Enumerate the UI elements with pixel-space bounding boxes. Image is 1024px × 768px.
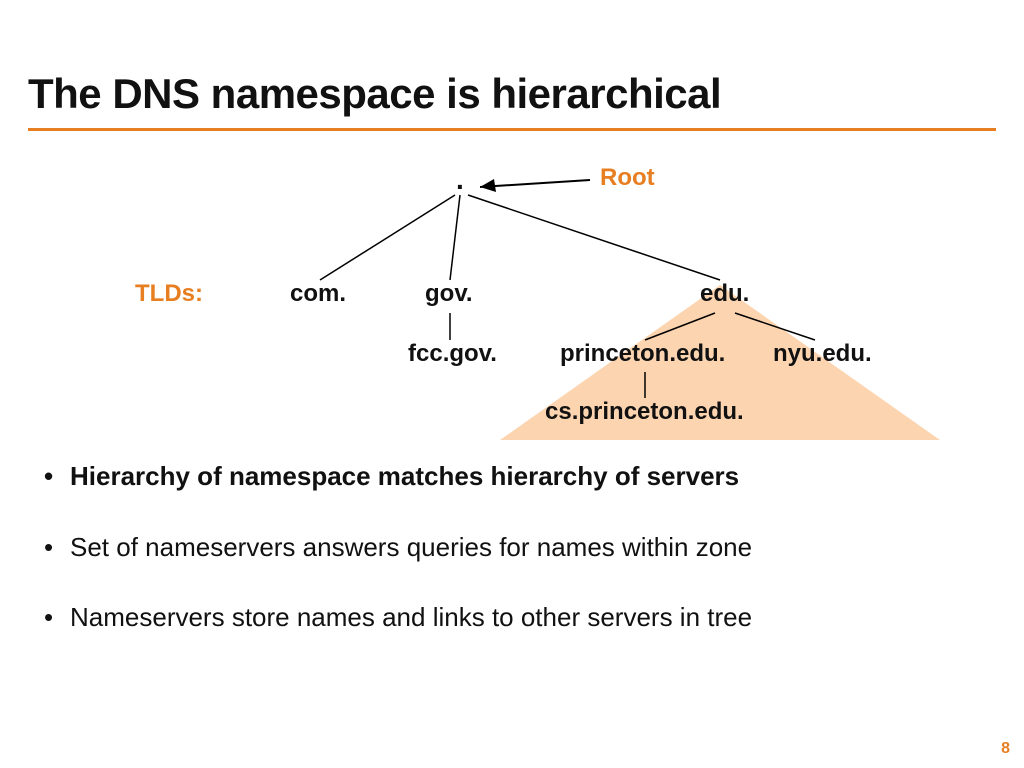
node-edu: edu.	[700, 280, 749, 308]
node-gov: gov.	[425, 280, 473, 308]
bullet-1: Hierarchy of namespace matches hierarchy…	[40, 460, 980, 493]
title-underline	[28, 128, 996, 131]
node-princeton-edu: princeton.edu.	[560, 340, 725, 368]
node-root-dot: .	[456, 164, 464, 196]
node-fcc-gov: fcc.gov.	[408, 340, 497, 368]
label-tlds: TLDs:	[135, 280, 203, 308]
node-cs-princeton-edu: cs.princeton.edu.	[545, 398, 744, 426]
dns-tree-diagram: . Root TLDs: com. gov. edu. fcc.gov. pri…	[0, 150, 1024, 450]
bullet-list: Hierarchy of namespace matches hierarchy…	[40, 460, 980, 672]
arrow-root-head	[480, 179, 496, 192]
edge-root-com	[320, 195, 455, 280]
bullet-3: Nameservers store names and links to oth…	[40, 601, 980, 634]
slide: The DNS namespace is hierarchical . Root…	[0, 0, 1024, 768]
page-number: 8	[1001, 740, 1010, 758]
edge-root-edu	[468, 195, 720, 280]
arrow-root-line	[480, 180, 590, 187]
bullet-2: Set of nameservers answers queries for n…	[40, 531, 980, 564]
slide-title: The DNS namespace is hierarchical	[28, 70, 721, 118]
node-com: com.	[290, 280, 346, 308]
node-nyu-edu: nyu.edu.	[773, 340, 872, 368]
label-root: Root	[600, 164, 655, 192]
edge-root-gov	[450, 195, 460, 280]
